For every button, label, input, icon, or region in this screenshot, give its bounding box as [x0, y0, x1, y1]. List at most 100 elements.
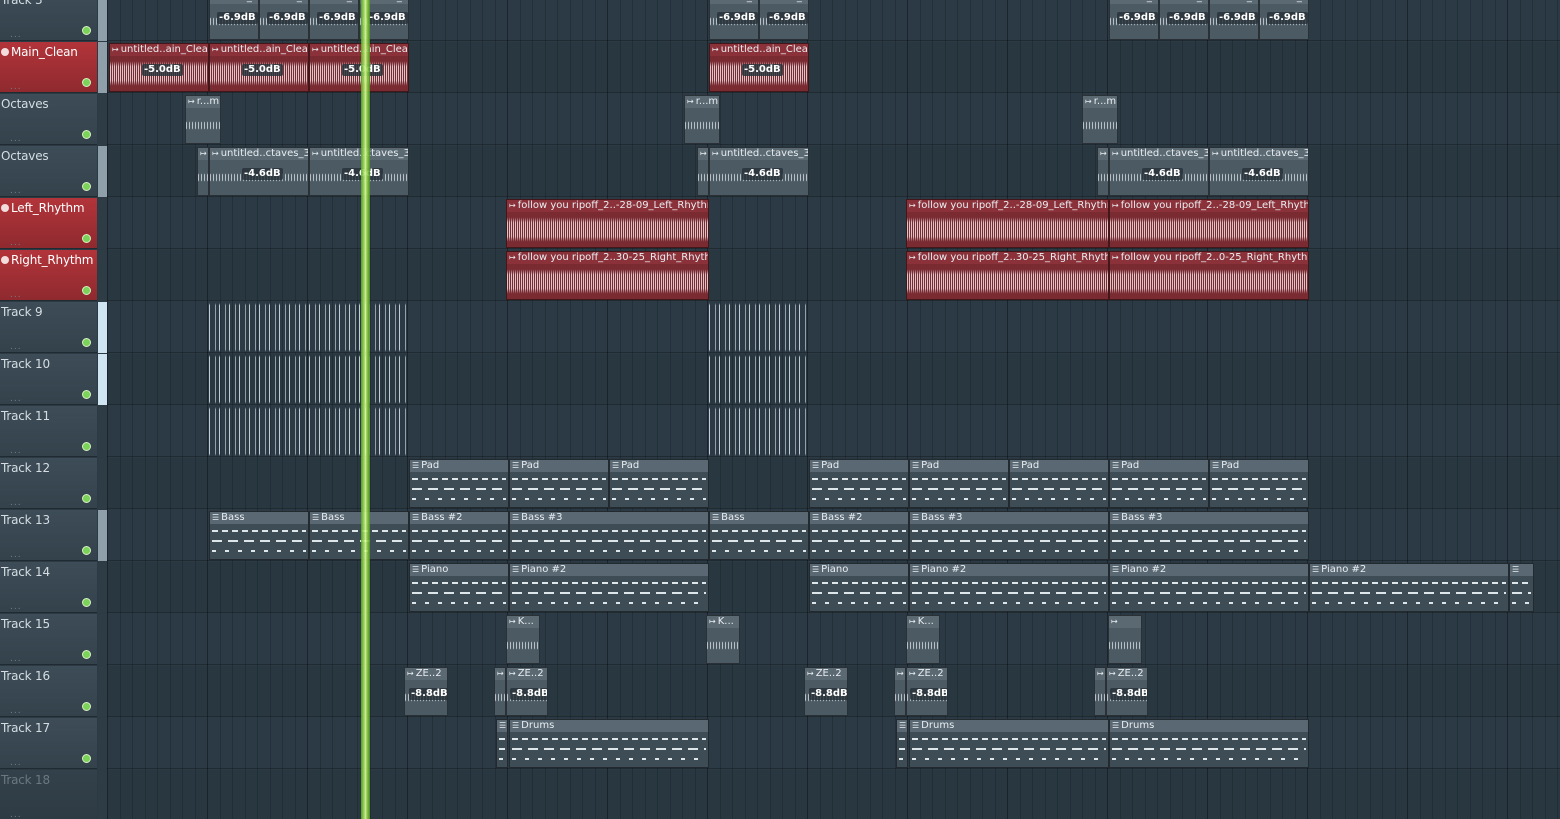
- automation-clip[interactable]: [209, 407, 409, 456]
- clip-header[interactable]: ☰ Pad: [1010, 460, 1108, 472]
- audio-clip[interactable]: ↦unt..._3-6.9dB: [1259, 0, 1309, 40]
- pattern-clip[interactable]: ☰ Pad: [809, 459, 909, 508]
- clip-header[interactable]: ↦ K...: [507, 616, 539, 628]
- clip-header[interactable]: ☰ Pad: [1110, 460, 1208, 472]
- clip-header[interactable]: ↦: [1095, 668, 1105, 680]
- clip-header[interactable]: ↦ r...m: [186, 96, 220, 108]
- clip-header[interactable]: ↦ ZE..2: [1107, 668, 1147, 680]
- pattern-clip[interactable]: ☰ Bass #2: [409, 511, 509, 560]
- pattern-clip[interactable]: ☰ Piano #2: [909, 563, 1109, 612]
- audio-clip[interactable]: ↦unt..._3-6.9dB: [1159, 0, 1209, 40]
- clip-header[interactable]: ☰ Drums: [510, 720, 708, 732]
- track-lane[interactable]: [107, 250, 1560, 301]
- clip-header[interactable]: ↦untitled..ctaves_3: [1110, 148, 1208, 160]
- pattern-clip[interactable]: ☰: [496, 719, 508, 768]
- record-arm-icon[interactable]: [1, 204, 9, 212]
- mute-toggle-icon[interactable]: [82, 390, 91, 399]
- audio-clip[interactable]: ↦: [494, 667, 506, 716]
- audio-clip[interactable]: ↦ ZE..2 -8.8dB: [906, 667, 948, 716]
- clip-header[interactable]: ☰ Bass #3: [1110, 512, 1308, 524]
- clip-header[interactable]: ☰ Drums: [910, 720, 1108, 732]
- clip-header[interactable]: ↦: [1098, 148, 1108, 160]
- clip-header[interactable]: ↦ follow you ripoff_2..-28-09_Left_Rhythm: [507, 200, 708, 212]
- track-options-dots[interactable]: ...: [10, 342, 22, 352]
- mute-toggle-icon[interactable]: [82, 182, 91, 191]
- pattern-clip[interactable]: ☰ Pad: [1109, 459, 1209, 508]
- audio-clip[interactable]: ↦ ZE..2 -8.8dB: [506, 667, 548, 716]
- clip-header[interactable]: ↦ ZE..2: [907, 668, 947, 680]
- clip-header[interactable]: ↦untitled..ctaves_3: [310, 148, 408, 160]
- mute-toggle-icon[interactable]: [82, 754, 91, 763]
- pattern-clip[interactable]: ☰ Drums: [909, 719, 1109, 768]
- track-options-dots[interactable]: ...: [10, 186, 22, 196]
- clip-header[interactable]: ↦ follow you ripoff_2..-28-09_Left_Rhythm: [1110, 200, 1308, 212]
- clip-header[interactable]: ☰ Pad: [410, 460, 508, 472]
- record-arm-icon[interactable]: [1, 48, 9, 56]
- automation-clip[interactable]: [209, 355, 409, 404]
- track-options-dots[interactable]: ...: [10, 30, 22, 40]
- audio-clip[interactable]: ↦ K...: [506, 615, 540, 664]
- audio-clip[interactable]: ↦ r...m: [185, 95, 221, 144]
- audio-clip[interactable]: ↦unt..._3-6.9dB: [309, 0, 359, 40]
- track-options-dots[interactable]: ...: [10, 446, 22, 456]
- audio-clip[interactable]: ↦ follow you ripoff_2..30-25_Right_Rhythm: [906, 251, 1109, 300]
- mute-toggle-icon[interactable]: [82, 26, 91, 35]
- pattern-clip[interactable]: ☰ Bass #3: [909, 511, 1109, 560]
- track-header[interactable]: Track 18...: [0, 770, 97, 819]
- mute-toggle-icon[interactable]: [82, 78, 91, 87]
- clip-header[interactable]: ↦ follow you ripoff_2..30-25_Right_Rhythm: [507, 252, 708, 264]
- audio-clip[interactable]: ↦: [1097, 147, 1109, 196]
- automation-clip[interactable]: [709, 407, 809, 456]
- clip-header[interactable]: ☰: [897, 720, 907, 732]
- audio-clip[interactable]: ↦: [894, 667, 906, 716]
- clip-header[interactable]: ↦ follow you ripoff_2..-28-09_Left_Rhythm: [907, 200, 1108, 212]
- track-header[interactable]: Track 15...: [0, 614, 97, 665]
- pattern-clip[interactable]: ☰ Drums: [1109, 719, 1309, 768]
- track-options-dots[interactable]: ...: [10, 134, 22, 144]
- clip-header[interactable]: ☰ Pad: [1210, 460, 1308, 472]
- clip-header[interactable]: ↦: [698, 148, 708, 160]
- track-header[interactable]: Track 14...: [0, 562, 97, 613]
- clip-header[interactable]: ↦ r...m: [1083, 96, 1117, 108]
- mute-toggle-icon[interactable]: [82, 130, 91, 139]
- track-header[interactable]: Track 3...: [0, 0, 97, 41]
- clip-header[interactable]: ↦ ZE..2: [507, 668, 547, 680]
- track-options-dots[interactable]: ...: [10, 706, 22, 716]
- track-header[interactable]: Left_Rhythm...: [0, 198, 97, 249]
- clip-header[interactable]: ↦untitled..ctaves_3: [710, 148, 808, 160]
- audio-clip[interactable]: ↦: [197, 147, 209, 196]
- audio-clip[interactable]: ↦untitled..ctaves_3-4.6dB: [709, 147, 809, 196]
- track-options-dots[interactable]: ...: [10, 810, 22, 819]
- clip-header[interactable]: ☰ Bass: [210, 512, 308, 524]
- pattern-clip[interactable]: ☰ Pad: [1009, 459, 1109, 508]
- clip-header[interactable]: ↦untitled..ctaves_3: [1210, 148, 1308, 160]
- playhead[interactable]: [361, 0, 370, 819]
- track-options-dots[interactable]: ...: [10, 602, 22, 612]
- clip-header[interactable]: ☰ Piano #2: [910, 564, 1108, 576]
- pattern-clip[interactable]: ☰ Bass #3: [509, 511, 709, 560]
- audio-clip[interactable]: ↦untitled..ctaves_3-4.6dB: [309, 147, 409, 196]
- track-header[interactable]: Track 12...: [0, 458, 97, 509]
- track-options-dots[interactable]: ...: [10, 82, 22, 92]
- track-options-dots[interactable]: ...: [10, 550, 22, 560]
- track-options-dots[interactable]: ...: [10, 498, 22, 508]
- clip-header[interactable]: ☰ Piano: [810, 564, 908, 576]
- clip-header[interactable]: ☰ Bass #3: [910, 512, 1108, 524]
- clip-header[interactable]: ☰ Pad: [910, 460, 1008, 472]
- clip-header[interactable]: ☰ Pad: [810, 460, 908, 472]
- track-header[interactable]: Octaves...: [0, 94, 97, 145]
- pattern-clip[interactable]: ☰ Bass: [709, 511, 809, 560]
- pattern-clip[interactable]: ☰ Pad: [609, 459, 709, 508]
- audio-clip[interactable]: ↦untitled..ctaves_3-4.6dB: [1109, 147, 1209, 196]
- mute-toggle-icon[interactable]: [82, 598, 91, 607]
- pattern-clip[interactable]: ☰: [1509, 563, 1534, 612]
- track-header[interactable]: Main_Clean...: [0, 42, 97, 93]
- audio-clip[interactable]: ↦ follow you ripoff_2..0-25_Right_Rhythm: [1109, 251, 1309, 300]
- pattern-clip[interactable]: ☰ Pad: [909, 459, 1009, 508]
- track-options-dots[interactable]: ...: [10, 238, 22, 248]
- clip-header[interactable]: ☰ Piano #2: [1310, 564, 1508, 576]
- clip-header[interactable]: ↦ K...: [707, 616, 739, 628]
- mute-toggle-icon[interactable]: [82, 338, 91, 347]
- pattern-clip[interactable]: ☰: [896, 719, 908, 768]
- clip-header[interactable]: ↦ ZE..2: [805, 668, 847, 680]
